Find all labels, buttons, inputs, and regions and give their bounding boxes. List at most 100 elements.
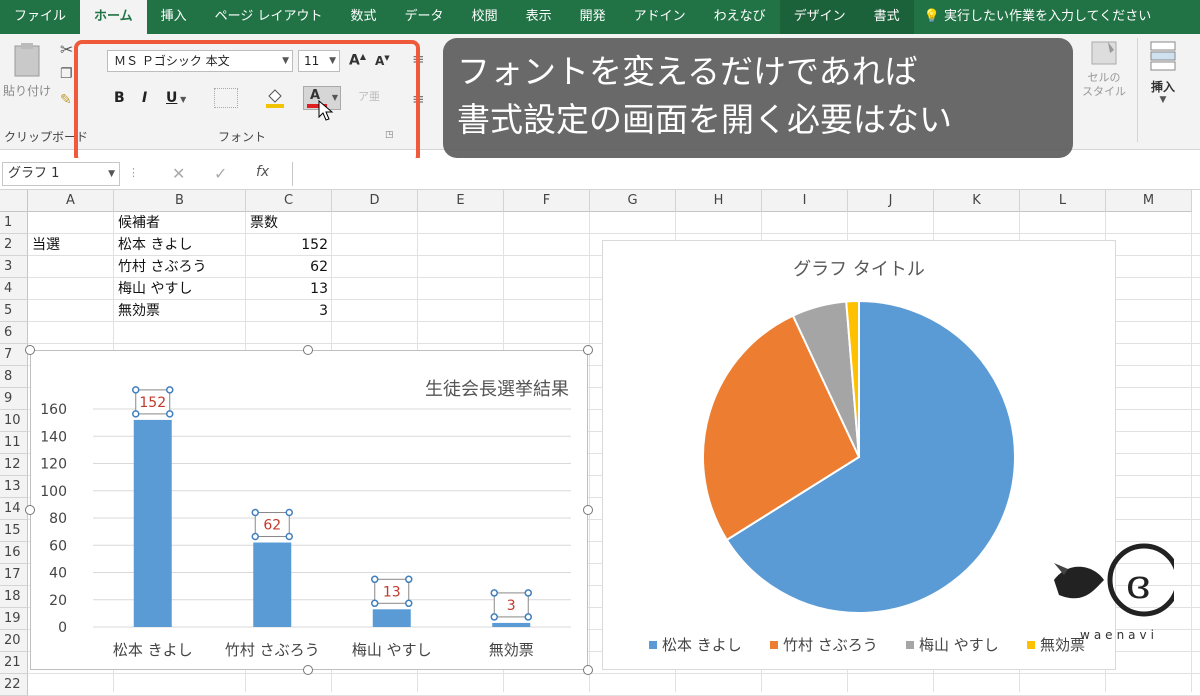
conditional-format-button[interactable]: セルの スタイル [1076,38,1132,99]
cell-candidate[interactable]: 梅山 やすし [118,278,242,300]
column-header-G[interactable]: G [590,190,676,212]
data-label: 13 [383,584,401,600]
column-header-F[interactable]: F [504,190,590,212]
row-header-11[interactable]: 11 [0,432,28,454]
row-header-21[interactable]: 21 [0,652,28,674]
label-handle [405,575,413,584]
category-label: 竹村 さぶろう [225,641,320,659]
tab-9[interactable]: アドイン [620,0,700,34]
cell-header-votes[interactable]: 票数 [250,212,328,234]
tab-6[interactable]: 校閲 [458,0,512,34]
category-label: 梅山 やすし [352,641,432,659]
tab-11[interactable]: デザイン [779,0,860,34]
paste-button[interactable]: 貼り付け [2,42,52,112]
row-header-13[interactable]: 13 [0,476,28,498]
chevron-down-icon: ▼ [1159,95,1167,105]
resize-handle[interactable] [25,345,35,355]
label-handle [490,589,498,597]
cell-candidate[interactable]: 竹村 さぶろう [118,256,242,278]
column-header-H[interactable]: H [676,190,762,212]
column-header-I[interactable]: I [762,190,848,212]
group-divider [1137,38,1138,142]
column-header-J[interactable]: J [848,190,934,212]
row-header-17[interactable]: 17 [0,564,28,586]
cell-winner[interactable]: 当選 [32,234,110,256]
tab-4[interactable]: 数式 [337,0,391,34]
column-header-E[interactable]: E [418,190,504,212]
row-header-5[interactable]: 5 [0,300,28,322]
resize-handle[interactable] [583,505,593,515]
resize-handle[interactable] [303,345,313,355]
enter-icon[interactable]: ✓ [214,164,227,183]
select-all-corner[interactable] [0,190,28,212]
row-header-2[interactable]: 2 [0,234,28,256]
cell-votes[interactable]: 13 [250,278,328,300]
highlight-box [74,40,420,164]
insert-cells-button[interactable]: 挿入 ▼ [1140,40,1186,105]
row-header-6[interactable]: 6 [0,322,28,344]
pie-chart-title: グラフ タイトル [793,259,925,280]
cell-candidate[interactable]: 松本 きよし [118,234,242,256]
tab-8[interactable]: 開発 [566,0,620,34]
name-box[interactable]: グラフ 1 ▼ [2,162,120,186]
tab-1[interactable]: ホーム [80,0,147,34]
column-header-L[interactable]: L [1020,190,1106,212]
cell-votes[interactable]: 62 [250,256,328,278]
column-header-K[interactable]: K [934,190,1020,212]
formula-options-icon[interactable]: ⋮ [128,166,139,179]
row-header-18[interactable]: 18 [0,586,28,608]
format-painter-icon[interactable]: ✎ [60,92,72,108]
row-header-20[interactable]: 20 [0,630,28,652]
tell-me-search[interactable]: 💡 実行したい作業を入力してください [914,0,1152,34]
cell-header-candidate[interactable]: 候補者 [118,212,242,234]
cut-icon[interactable]: ✂ [60,40,73,59]
resize-handle[interactable] [25,505,35,515]
row-header-8[interactable]: 8 [0,366,28,388]
y-tick-label: 100 [40,484,67,500]
label-handle [285,508,293,517]
resize-handle[interactable] [303,665,313,675]
copy-icon[interactable]: ❐ [60,66,73,82]
bar-chart[interactable]: 0 20 40 60 80 100 120 140 160 生徒会長選挙結果 152 松本 きよし 62… [30,350,588,670]
row-header-12[interactable]: 12 [0,454,28,476]
column-header-D[interactable]: D [332,190,418,212]
pie-chart[interactable]: グラフ タイトル 松本 きよし 竹村 さぶろう 梅山 やすし 無効票 [602,240,1116,670]
legend-swatch [770,641,778,649]
tab-0[interactable]: ファイル [0,0,80,34]
row-header-4[interactable]: 4 [0,278,28,300]
row-header-1[interactable]: 1 [0,212,28,234]
row-header-3[interactable]: 3 [0,256,28,278]
cancel-icon[interactable]: ✕ [172,164,185,183]
tab-5[interactable]: データ [391,0,458,34]
tab-2[interactable]: 挿入 [147,0,201,34]
cell-votes[interactable]: 3 [250,300,328,322]
data-label: 3 [507,598,516,614]
tab-3[interactable]: ページ レイアウト [201,0,337,34]
label-handle [251,532,259,541]
cell-votes[interactable]: 152 [250,234,328,256]
resize-handle[interactable] [583,345,593,355]
cell-candidate[interactable]: 無効票 [118,300,242,322]
row-header-22[interactable]: 22 [0,674,28,696]
insert-function-icon[interactable]: fx [256,164,269,180]
legend-label: 竹村 さぶろう [783,636,878,654]
row-header-19[interactable]: 19 [0,608,28,630]
row-header-7[interactable]: 7 [0,344,28,366]
row-header-15[interactable]: 15 [0,520,28,542]
bar [492,622,531,627]
column-header-A[interactable]: A [28,190,114,212]
resize-handle[interactable] [583,665,593,675]
gridline [1191,212,1192,692]
row-header-9[interactable]: 9 [0,388,28,410]
column-header-M[interactable]: M [1106,190,1192,212]
tab-10[interactable]: わえなび [700,0,780,34]
formula-input[interactable] [292,162,1196,186]
row-header-16[interactable]: 16 [0,542,28,564]
waenavi-logo: ɞ waenavi [1044,540,1181,650]
row-header-14[interactable]: 14 [0,498,28,520]
row-header-10[interactable]: 10 [0,410,28,432]
tab-7[interactable]: 表示 [512,0,566,34]
column-header-B[interactable]: B [114,190,246,212]
tab-12[interactable]: 書式 [859,0,914,34]
column-header-C[interactable]: C [246,190,332,212]
